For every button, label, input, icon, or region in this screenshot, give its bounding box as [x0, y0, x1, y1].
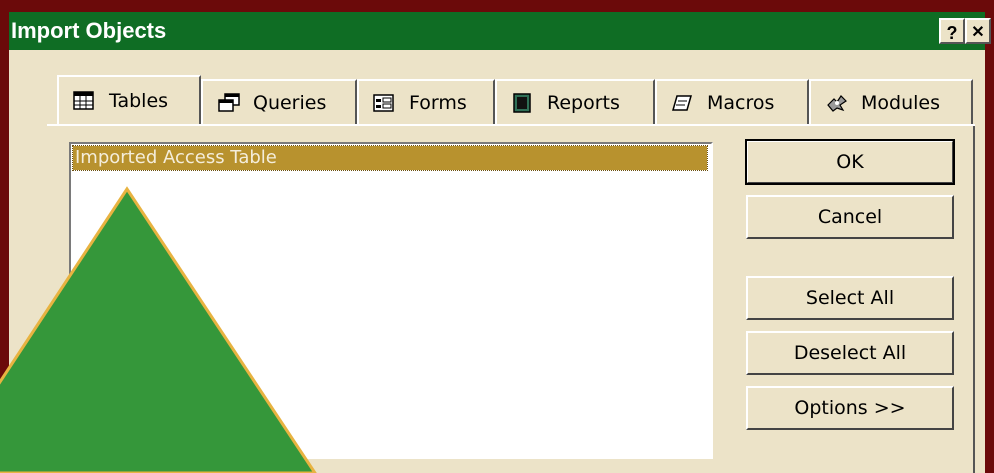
- tab-label: Reports: [547, 91, 620, 114]
- module-icon: [825, 93, 847, 113]
- deselect-all-label: Deselect All: [793, 342, 907, 364]
- query-icon: [217, 92, 240, 113]
- form-icon: [373, 93, 395, 113]
- help-button[interactable]: ?: [939, 18, 965, 44]
- tab-forms[interactable]: Forms: [357, 79, 495, 124]
- window-top-edge: [9, 0, 985, 12]
- cancel-button[interactable]: Cancel: [746, 195, 954, 239]
- window-title: Import Objects: [11, 18, 167, 43]
- tab-label: Queries: [253, 91, 327, 114]
- tab-modules[interactable]: Modules: [809, 79, 973, 124]
- object-listbox[interactable]: Imported Access Table: [69, 142, 713, 459]
- select-all-button[interactable]: Select All: [746, 276, 954, 320]
- options-label: Options >>: [794, 397, 906, 419]
- table-icon: [73, 90, 95, 111]
- tab-label: Tables: [109, 89, 169, 112]
- report-icon: [511, 92, 533, 113]
- select-all-label: Select All: [805, 287, 895, 309]
- tab-macros[interactable]: Macros: [655, 79, 809, 124]
- deselect-all-button[interactable]: Deselect All: [746, 331, 954, 375]
- close-button[interactable]: ✕: [965, 18, 991, 44]
- tab-queries[interactable]: Queries: [201, 79, 357, 124]
- tab-label: Modules: [861, 91, 940, 114]
- list-item-selected[interactable]: Imported Access Table: [72, 145, 708, 171]
- tab-label: Macros: [707, 91, 775, 114]
- macro-icon: [671, 93, 693, 113]
- title-bar[interactable]: Import Objects ? ✕: [9, 12, 991, 50]
- tab-tables[interactable]: Tables: [57, 75, 201, 124]
- tab-panel-top-border: [47, 124, 975, 126]
- options-button[interactable]: Options >>: [746, 386, 954, 430]
- import-objects-dialog: Import Objects ? ✕ Tables Queries Forms: [0, 0, 994, 473]
- ok-button[interactable]: OK: [745, 139, 955, 185]
- tab-reports[interactable]: Reports: [495, 79, 655, 124]
- tab-label: Forms: [409, 91, 467, 114]
